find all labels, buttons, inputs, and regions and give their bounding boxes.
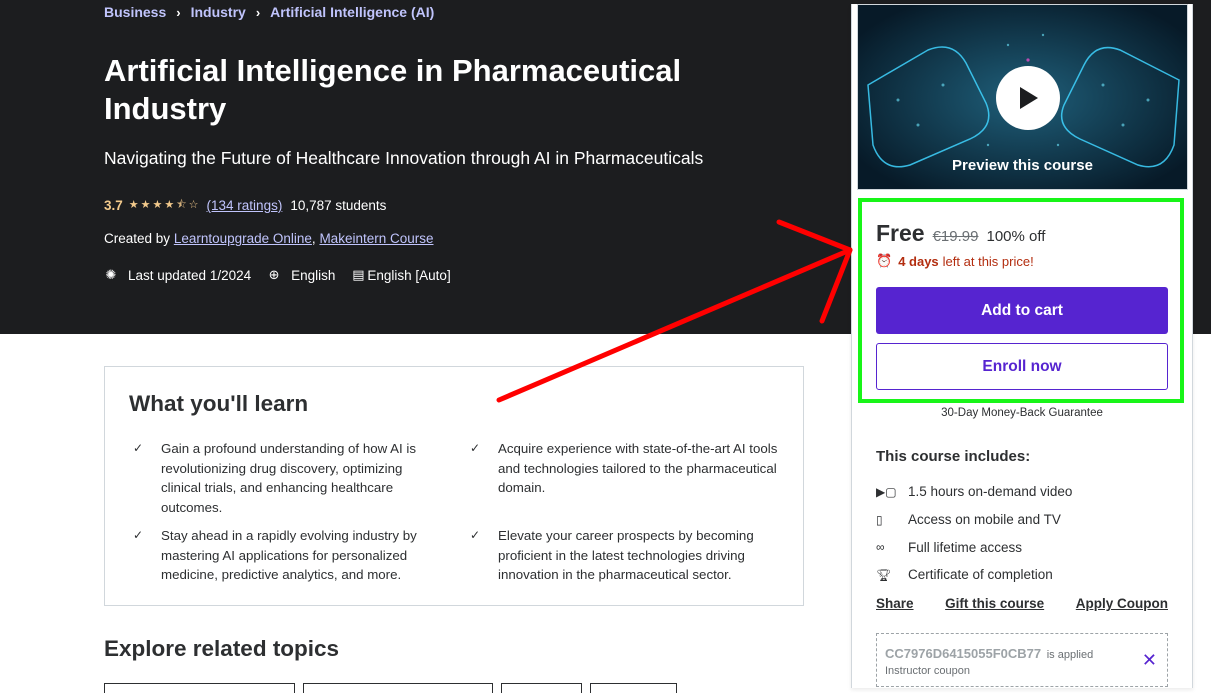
coupon-code-line: CC7976D6415055F0CB77 is applied	[885, 646, 1093, 661]
learn-item-text: Acquire experience with state-of-the-art…	[498, 441, 778, 496]
topic-chip[interactable]	[303, 683, 493, 693]
play-button[interactable]	[996, 66, 1060, 130]
captions-icon: ▤	[352, 267, 365, 282]
breadcrumb-industry[interactable]: Industry	[191, 4, 246, 20]
checkmark-icon: ✓	[470, 441, 481, 455]
chevron-right-icon: ›	[255, 4, 261, 20]
preview-label: Preview this course	[952, 157, 1093, 174]
what-youll-learn-box: What you'll learn ✓ Gain a profound unde…	[104, 366, 804, 606]
students-count: 10,787 students	[290, 198, 387, 213]
includes-item: 🏆︎ Certificate of completion	[876, 561, 1072, 589]
mobile-icon: ▯	[876, 512, 883, 527]
includes-item-label: Access on mobile and TV	[908, 512, 1061, 528]
includes-item: ▶▢ 1.5 hours on-demand video	[876, 478, 1072, 506]
globe-icon: ⊕	[268, 267, 280, 282]
course-title: Artificial Intelligence in Pharmaceutica…	[104, 53, 682, 126]
video-icon: ▶▢	[876, 484, 897, 499]
includes-item-label: 1.5 hours on-demand video	[908, 484, 1073, 500]
instructor-link-1[interactable]: Learntoupgrade Online	[174, 231, 312, 246]
rating-stars-icon: ★★★★⯪☆	[128, 199, 201, 211]
chevron-right-icon: ›	[176, 4, 181, 20]
coupon-code: CC7976D6415055F0CB77	[885, 646, 1042, 661]
money-back-guarantee: 30-Day Money-Back Guarantee	[941, 407, 1103, 419]
course-subtitle: Navigating the Future of Healthcare Inno…	[104, 148, 704, 168]
remove-coupon-close-icon[interactable]: ✕	[1142, 650, 1157, 671]
last-updated: Last updated 1/2024	[128, 267, 252, 283]
rating-value: 3.7	[104, 198, 123, 213]
annotation-highlight-box	[858, 198, 1184, 403]
topic-chip[interactable]	[501, 683, 582, 693]
topic-chip[interactable]	[590, 683, 677, 693]
alert-badge-icon: ✺	[105, 267, 117, 282]
created-by-label: Created by	[104, 231, 171, 246]
includes-item: ∞ Full lifetime access	[876, 533, 1072, 561]
created-by: Created by Learntoupgrade Online, Makein…	[104, 231, 434, 246]
breadcrumb-business[interactable]: Business	[104, 4, 166, 20]
play-icon	[1020, 87, 1038, 109]
course-language: English	[291, 267, 336, 283]
course-captions: English [Auto]	[367, 267, 451, 283]
includes-item: ▯ Access on mobile and TV	[876, 506, 1072, 534]
includes-title: This course includes:	[876, 448, 1031, 465]
applied-coupon-box: CC7976D6415055F0CB77 is applied Instruct…	[876, 633, 1168, 687]
share-button[interactable]: Share	[876, 596, 914, 611]
checkmark-icon: ✓	[133, 528, 144, 542]
sidebar-links: Share Gift this course Apply Coupon	[876, 596, 1168, 611]
infinity-icon: ∞	[876, 540, 885, 555]
course-preview-video[interactable]: Preview this course	[857, 4, 1188, 190]
learn-item: ✓ Stay ahead in a rapidly evolving indus…	[133, 526, 441, 585]
apply-coupon-button[interactable]: Apply Coupon	[1076, 596, 1168, 611]
learn-title: What you'll learn	[129, 391, 309, 416]
learn-item: ✓ Acquire experience with state-of-the-a…	[470, 439, 778, 498]
ratings-count-link[interactable]: (134 ratings)	[207, 198, 283, 213]
includes-item-label: Certificate of completion	[908, 567, 1053, 583]
checkmark-icon: ✓	[133, 441, 144, 455]
purchase-sidebar: Preview this course Free €19.99 100% off…	[851, 4, 1193, 688]
checkmark-icon: ✓	[470, 528, 481, 542]
explore-related-topics-title: Explore related topics	[104, 636, 340, 661]
course-meta: ✺ Last updated 1/2024 ⊕ English ▤ Englis…	[104, 267, 451, 283]
learn-item-text: Stay ahead in a rapidly evolving industr…	[161, 528, 417, 583]
learn-item: ✓ Gain a profound understanding of how A…	[133, 439, 441, 518]
gift-course-button[interactable]: Gift this course	[945, 596, 1044, 611]
learn-item: ✓ Elevate your career prospects by becom…	[470, 526, 778, 585]
breadcrumb: Business › Industry › Artificial Intelli…	[104, 4, 434, 20]
topic-chip[interactable]	[104, 683, 295, 693]
coupon-applied-text: is applied	[1046, 649, 1094, 661]
learn-item-text: Elevate your career prospects by becomin…	[498, 528, 754, 583]
rating-row: 3.7 ★★★★⯪☆ (134 ratings) 10,787 students	[104, 196, 386, 215]
includes-list: ▶▢ 1.5 hours on-demand video ▯ Access on m…	[876, 478, 1072, 589]
includes-item-label: Full lifetime access	[908, 539, 1023, 555]
learn-item-text: Gain a profound understanding of how AI …	[161, 441, 417, 516]
breadcrumb-ai[interactable]: Artificial Intelligence (AI)	[270, 4, 434, 20]
trophy-icon: 🏆︎	[876, 567, 892, 582]
instructor-link-2[interactable]: Makeintern Course	[319, 231, 433, 246]
coupon-type: Instructor coupon	[885, 665, 970, 677]
